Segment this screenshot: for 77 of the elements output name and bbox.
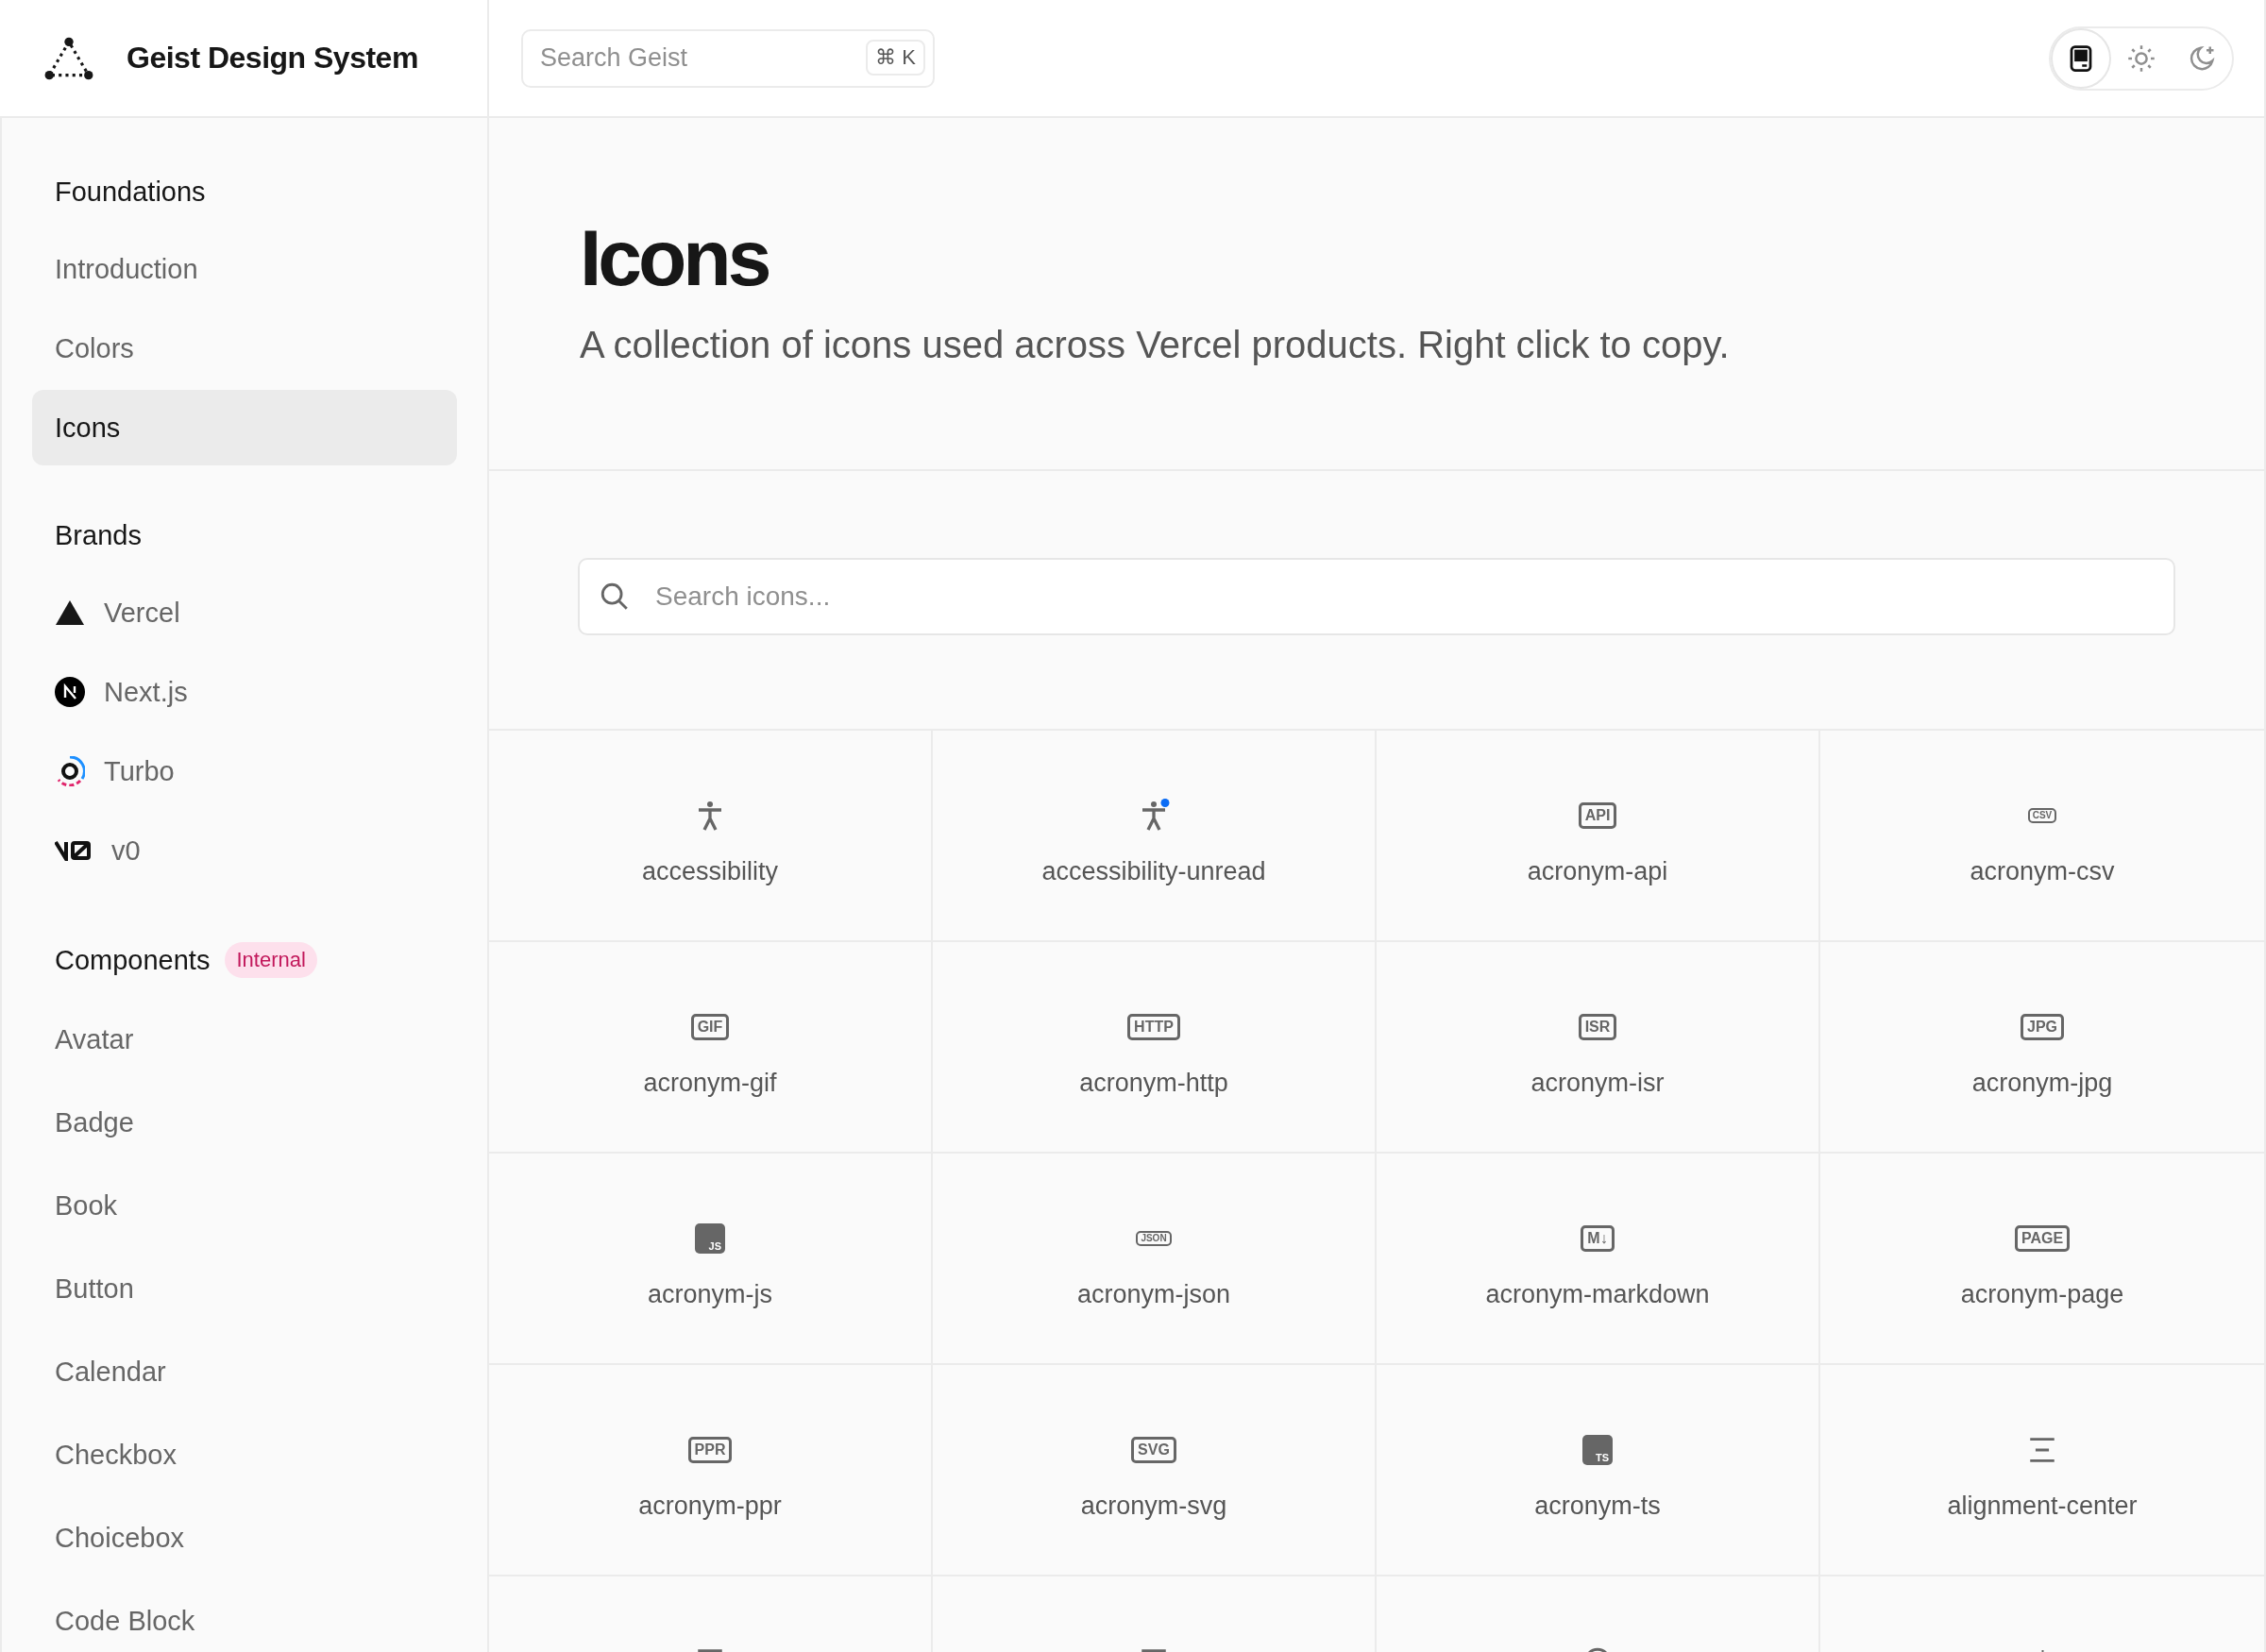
icon-name: acronym-api bbox=[1527, 857, 1668, 886]
shortcut-key: ⌘ K bbox=[866, 39, 925, 76]
acronym-icon: JSON bbox=[1136, 1231, 1172, 1246]
acronym-icon: PPR bbox=[687, 1437, 733, 1463]
icon-tile[interactable]: TS acronym-ts bbox=[1377, 1365, 1820, 1576]
acronym-icon: HTTP bbox=[1127, 1014, 1180, 1040]
sidebar-item[interactable]: Code Block bbox=[32, 1579, 457, 1652]
acronym-icon: API bbox=[1578, 802, 1617, 829]
icon-tile[interactable]: JSON acronym-json bbox=[933, 1154, 1377, 1365]
icon-tile[interactable]: accessibility-unread bbox=[933, 731, 1377, 942]
icon-name: acronym-page bbox=[1960, 1280, 2124, 1309]
acronym-icon: GIF bbox=[690, 1014, 730, 1040]
icon-name: acronym-svg bbox=[1080, 1492, 1227, 1521]
sidebar-item[interactable]: Colors bbox=[32, 309, 457, 388]
sidebar-item[interactable]: Vercel bbox=[32, 573, 457, 652]
icon-tile[interactable]: HTTP acronym-http bbox=[933, 942, 1377, 1154]
icon-name: acronym-isr bbox=[1530, 1069, 1665, 1098]
icon-tile[interactable]: GIF acronym-gif bbox=[489, 942, 933, 1154]
sidebar-item[interactable]: Button bbox=[32, 1247, 457, 1330]
search-field[interactable]: Search icons... bbox=[578, 558, 2175, 635]
acronym-icon: PAGE bbox=[2014, 1225, 2071, 1252]
section-heading: Components bbox=[55, 944, 211, 976]
icon-name: acronym-csv bbox=[1970, 857, 2115, 886]
sidebar-item[interactable]: Turbo bbox=[32, 732, 457, 811]
page-description: A collection of icons used across Vercel products. Right click to copy. bbox=[580, 324, 1731, 367]
sidebar-item[interactable]: Introduction bbox=[32, 229, 457, 309]
icon-tile[interactable]: PAGE acronym-page bbox=[1820, 1154, 2264, 1365]
sidebar-item[interactable]: Book bbox=[32, 1164, 457, 1247]
icon-tile[interactable]: M↓ acronym-markdown bbox=[1377, 1154, 1820, 1365]
icon-tile[interactable]: API acronym-api bbox=[1377, 731, 1820, 942]
icon-name: accessibility-unread bbox=[1041, 857, 1266, 886]
icon-name: acronym-ts bbox=[1534, 1492, 1661, 1521]
sidebar-item[interactable]: Calendar bbox=[32, 1330, 457, 1413]
icon-tile[interactable]: CSV acronym-csv bbox=[1820, 731, 2264, 942]
sidebar-item[interactable]: Checkbox bbox=[32, 1413, 457, 1496]
logo-icon bbox=[43, 36, 94, 80]
acronym-icon: M↓ bbox=[1581, 1225, 1615, 1252]
acronym-icon: SVG bbox=[1131, 1437, 1176, 1463]
sun-icon bbox=[2127, 43, 2156, 73]
sidebar-item[interactable]: Next.js bbox=[32, 652, 457, 732]
internal-badge: Internal bbox=[225, 942, 317, 978]
acronym-icon: CSV bbox=[2027, 808, 2057, 823]
icon-tile[interactable]: JPG acronym-jpg bbox=[1820, 942, 2264, 1154]
sidebar-item[interactable]: Choicebox bbox=[32, 1496, 457, 1579]
icon-tile[interactable]: JS acronym-js bbox=[489, 1154, 933, 1365]
icon-tile[interactable]: PPR acronym-ppr bbox=[489, 1365, 933, 1576]
icon-name: acronym-http bbox=[1079, 1069, 1228, 1098]
site-title: Geist Design System bbox=[127, 41, 418, 76]
acronym-icon: TS bbox=[1582, 1435, 1613, 1465]
icon-name: accessibility bbox=[641, 857, 778, 886]
sidebar-item[interactable]: v0 bbox=[32, 811, 457, 890]
page-title: Icons bbox=[580, 214, 769, 302]
icon-name: acronym-markdown bbox=[1485, 1280, 1710, 1309]
icon-tile[interactable]: SVG acronym-svg bbox=[933, 1365, 1377, 1576]
turbo-logo-icon bbox=[55, 756, 85, 786]
icon-name: acronym-jpg bbox=[1971, 1069, 2113, 1098]
icon-name: acronym-json bbox=[1076, 1280, 1231, 1309]
icon-name: acronym-gif bbox=[643, 1069, 777, 1098]
icon-name: acronym-js bbox=[648, 1280, 772, 1309]
icon-name: acronym-ppr bbox=[638, 1492, 782, 1521]
v0-logo-icon bbox=[55, 840, 93, 861]
acronym-icon: JPG bbox=[2021, 1014, 2064, 1040]
icon-tile[interactable]: alignment-center bbox=[1820, 1365, 2264, 1576]
sidebar-item[interactable]: Badge bbox=[32, 1081, 457, 1164]
icon-tile[interactable]: ISR acronym-isr bbox=[1377, 942, 1820, 1154]
icon-tile[interactable]: accessibility bbox=[489, 731, 933, 942]
sidebar-item[interactable]: Avatar bbox=[32, 998, 457, 1081]
next-logo-icon bbox=[55, 677, 85, 707]
sidebar-item[interactable]: Icons bbox=[32, 390, 457, 465]
section-heading: Foundations bbox=[55, 176, 206, 208]
triangle-icon bbox=[55, 599, 85, 626]
acronym-icon: JS bbox=[695, 1223, 725, 1254]
icon-name: alignment-center bbox=[1947, 1492, 2138, 1521]
moon-icon bbox=[2188, 43, 2216, 73]
section-heading: Brands bbox=[55, 519, 142, 551]
monitor-button[interactable] bbox=[2051, 27, 2111, 89]
acronym-icon: ISR bbox=[1578, 1014, 1617, 1040]
